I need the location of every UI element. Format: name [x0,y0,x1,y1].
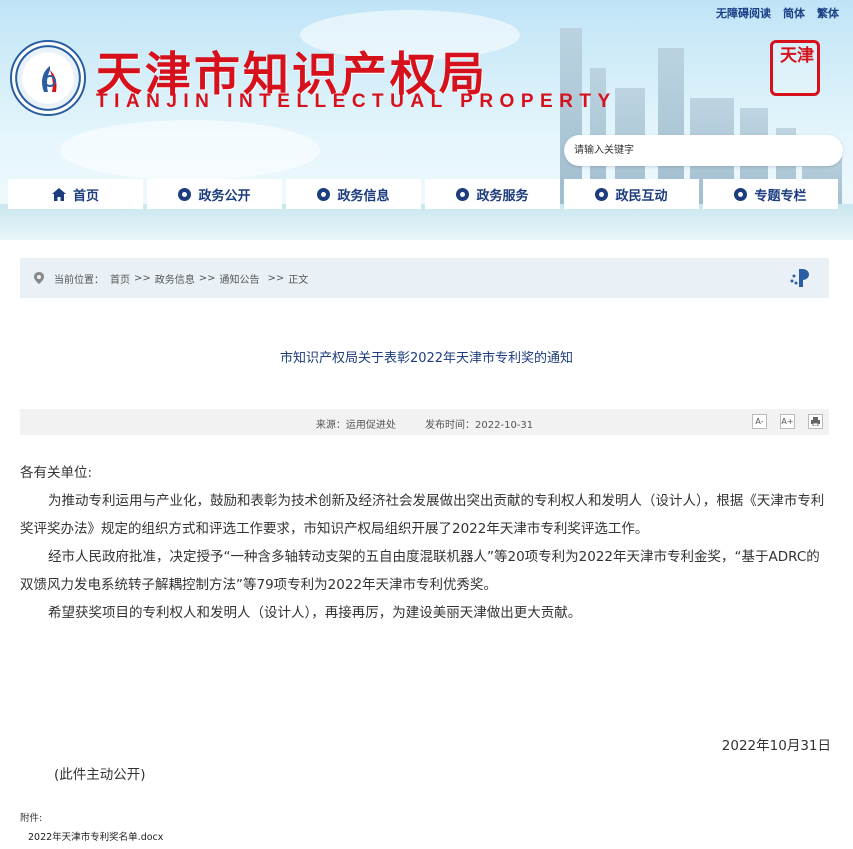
paragraph: 希望获奖项目的专利权人和发明人（设计人），再接再厉，为建设美丽天津做出更大贡献。 [48,605,582,621]
article-container: 当前位置： 首页 >> 政务信息 >> 通知公告 >> 正文 市知识产权局关于表… [6,243,847,849]
traditional-chinese-link[interactable]: 繁体 [817,5,839,21]
service-icon [456,187,470,201]
tianjin-seal-logo: 天津 [770,40,820,96]
article-body: 各有关单位: 为推动专利运用与产业化，鼓励和表彰为技术创新及经济社会发展做出突出… [20,459,831,627]
search-input[interactable] [564,135,843,166]
attachment-link[interactable]: 2022年天津市专利奖名单.docx [28,829,163,843]
nav-label: 专题专栏 [754,188,807,204]
bureau-emblem-logo[interactable] [10,40,86,116]
font-increase-button[interactable]: A+ [780,414,795,429]
breadcrumb-prefix: 当前位置： [54,274,104,286]
breadcrumb-sep: >> [267,272,285,284]
attachment-label: 附件: [20,813,43,824]
interact-icon [595,187,609,201]
greeting: 各有关单位: [20,465,93,481]
nav-item-interaction[interactable]: 政民互动 [564,179,699,209]
nav-item-topics[interactable]: 专题专栏 [703,179,838,209]
nav-label: 政务公开 [198,188,251,204]
accessibility-link[interactable]: 无障碍阅读 [716,5,771,21]
nav-item-gov-service[interactable]: 政务服务 [425,179,560,209]
date-label: 发布时间： [425,420,476,431]
nav-label: 政务服务 [476,188,529,204]
sign-date: 2022年10月31日 [721,738,831,754]
nav-label: 首页 [72,188,99,204]
nav-item-gov-info[interactable]: 政务信息 [286,179,421,209]
article-title: 市知识产权局关于表彰2022年天津市专利奖的通知 [279,351,574,366]
search-box [564,135,843,166]
site-header: 无障碍阅读 简体 繁体 天津市知识产权局 TIANJIN INTELLECTUA… [0,0,853,240]
public-note: (此件主动公开) [54,767,146,783]
print-button[interactable] [808,414,823,429]
top-links: 无障碍阅读 简体 繁体 [716,5,839,21]
breadcrumb-sep: >> [198,272,216,284]
breadcrumb: 当前位置： 首页 >> 政务信息 >> 通知公告 >> 正文 [20,258,829,298]
home-icon [51,187,66,201]
breadcrumb-notices[interactable]: 通知公告 [220,271,260,286]
font-decrease-button[interactable]: A- [752,414,767,429]
site-mark-icon [790,269,809,287]
breadcrumb-sep: >> [134,272,151,284]
nav-label: 政民互动 [615,188,668,204]
simplified-chinese-link[interactable]: 简体 [783,5,805,21]
open-icon [178,187,192,201]
source-value: 运用促进处 [345,420,396,431]
date-value: 2022-10-31 [475,420,534,431]
location-pin-icon [34,272,44,284]
site-title-en: TIANJIN INTELLECTUAL PROPERTY [96,91,617,112]
main-nav: 首页 政务公开 政务信息 政务服务 政民互动 专题专栏 [8,179,838,209]
info-icon [317,187,331,201]
nav-label: 政务信息 [337,188,390,204]
paragraph: 经市人民政府批准，决定授予“一种含多轴转动支架的五自由度混联机器人”等20项专利… [20,549,820,593]
breadcrumb-gov-info[interactable]: 政务信息 [155,271,195,286]
article-meta-bar: 来源：运用促进处 发布时间：2022-10-31 A- A+ [20,409,829,435]
nav-item-gov-open[interactable]: 政务公开 [147,179,282,209]
topic-icon [734,187,748,201]
breadcrumb-current: 正文 [288,274,309,286]
breadcrumb-home[interactable]: 首页 [110,271,130,286]
paragraph: 为推动专利运用与产业化，鼓励和表彰为技术创新及经济社会发展做出突出贡献的专利权人… [20,493,825,537]
source-label: 来源： [315,420,346,431]
nav-item-home[interactable]: 首页 [8,179,143,209]
printer-icon [811,417,820,427]
